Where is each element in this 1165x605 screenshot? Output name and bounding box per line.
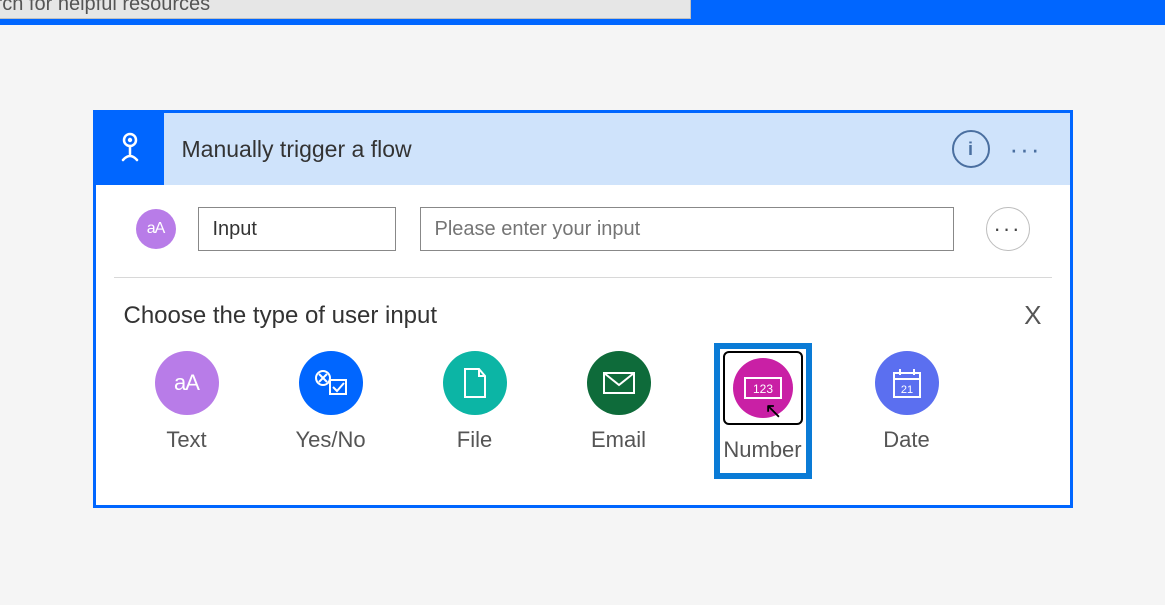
existing-input-row: aA ··· [114,185,1052,278]
choose-type-panel: Choose the type of user input X aA Text [96,278,1070,505]
text-type-badge-icon: aA [136,209,176,249]
file-icon [443,351,507,415]
svg-text:21: 21 [900,384,912,396]
trigger-card-header: Manually trigger a flow i ··· [96,113,1070,185]
close-choose-type-button[interactable]: X [1024,300,1041,331]
trigger-more-button[interactable]: ··· [1010,134,1042,165]
info-button[interactable]: i [952,130,990,168]
text-icon: aA [155,351,219,415]
search-input[interactable]: Search for helpful resources [0,0,691,19]
input-row-more-button[interactable]: ··· [986,207,1030,251]
user-input-type-list: aA Text Yes/No [124,351,1042,475]
date-icon: 21 [875,351,939,415]
trigger-card: Manually trigger a flow i ··· aA ··· Cho… [93,110,1073,508]
type-label: File [430,427,520,453]
type-label: Yes/No [286,427,376,453]
type-option-number[interactable]: 123 ↖ Number [718,347,808,475]
email-icon [587,351,651,415]
manual-trigger-icon [96,113,164,185]
number-icon: 123 ↖ [723,351,803,425]
trigger-title: Manually trigger a flow [164,136,952,163]
cursor-icon: ↖ [764,398,782,424]
type-option-date[interactable]: 21 Date [862,351,952,475]
choose-type-title: Choose the type of user input [124,302,438,330]
type-label: Number [718,437,808,463]
top-bar: Search for helpful resources [0,0,1165,25]
type-option-yesno[interactable]: Yes/No [286,351,376,475]
type-option-file[interactable]: File [430,351,520,475]
type-label: Date [862,427,952,453]
svg-text:123: 123 [752,382,772,396]
input-description-field[interactable] [420,207,954,251]
type-label: Text [142,427,232,453]
type-option-email[interactable]: Email [574,351,664,475]
input-name-field[interactable] [198,207,396,251]
type-option-text[interactable]: aA Text [142,351,232,475]
type-label: Email [574,427,664,453]
yesno-icon [299,351,363,415]
